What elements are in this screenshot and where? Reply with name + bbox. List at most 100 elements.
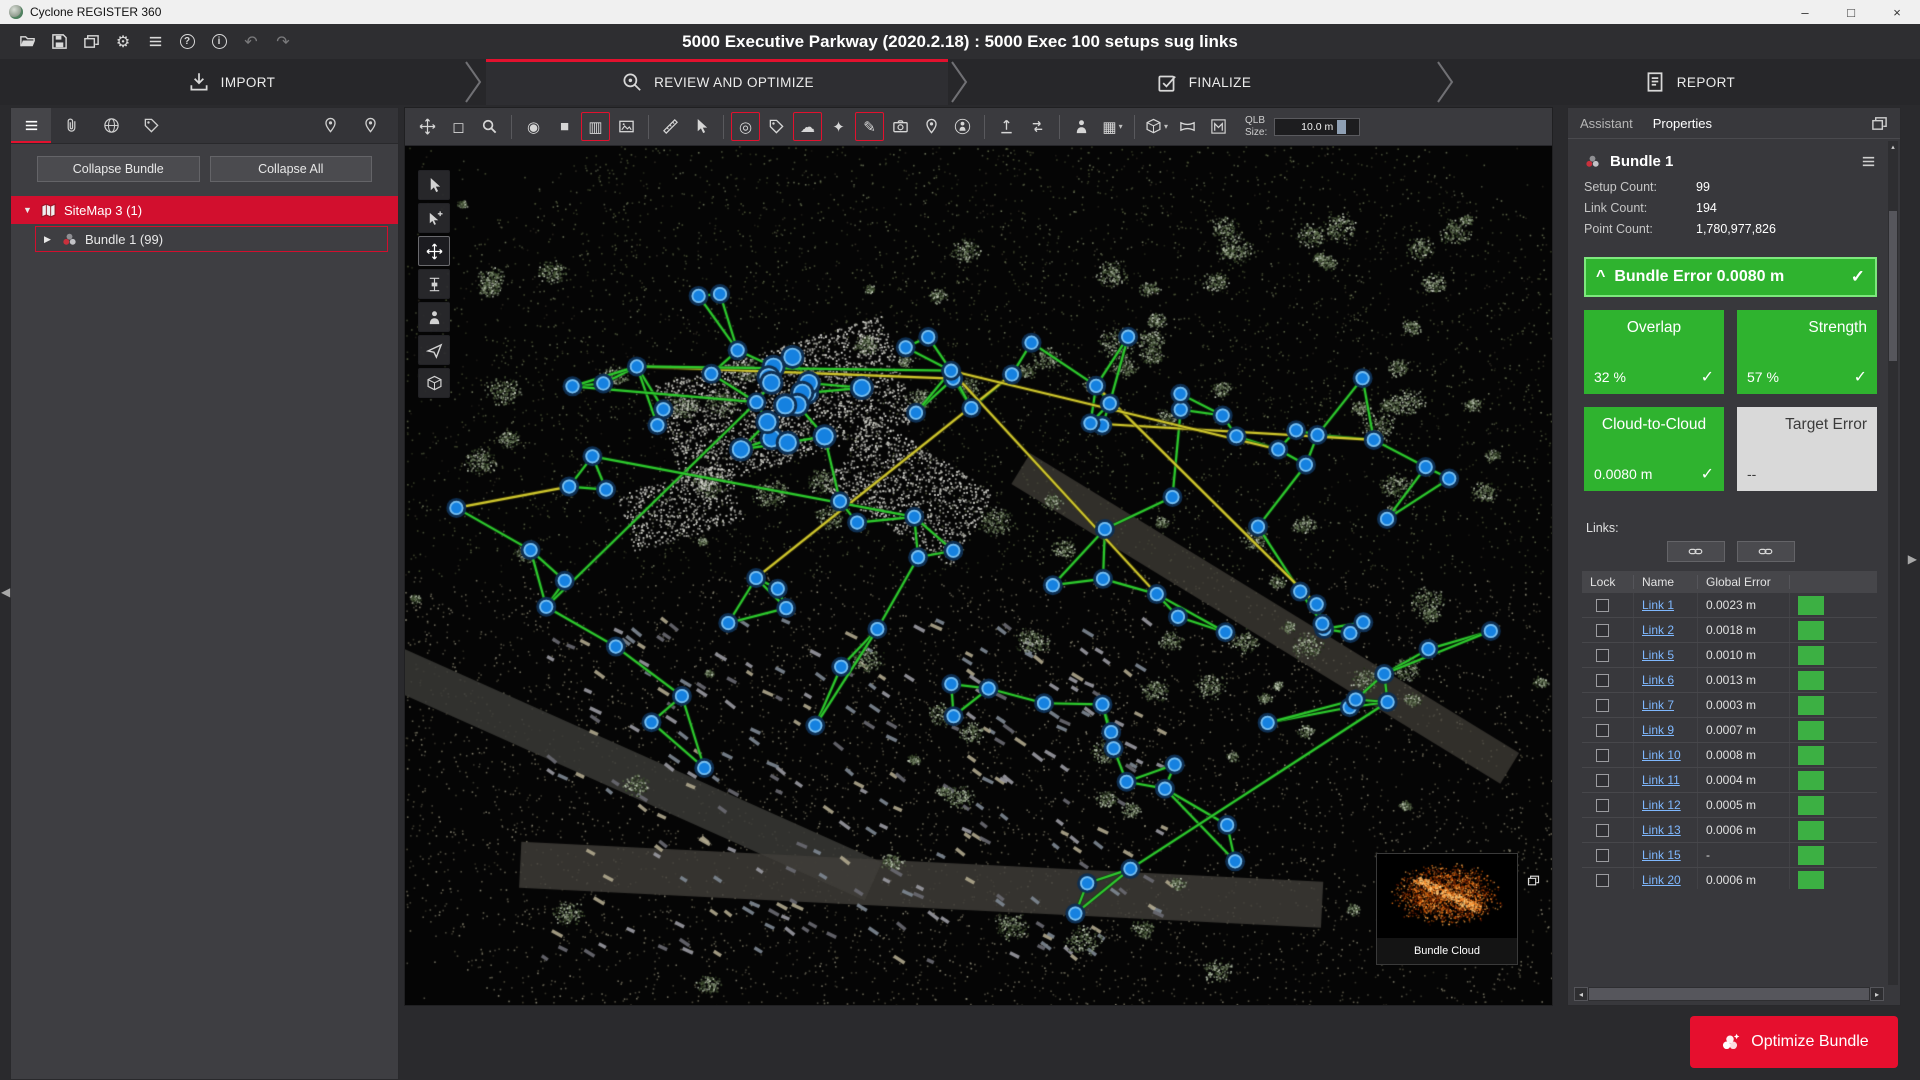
collapse-all-button[interactable]: Collapse All: [210, 156, 373, 182]
lock-checkbox[interactable]: [1596, 699, 1609, 712]
marker-filter-alt-icon[interactable]: [350, 108, 390, 143]
tree-item-sitemap[interactable]: ▼ SiteMap 3 (1): [11, 196, 398, 224]
link-name-text[interactable]: Link 13: [1642, 823, 1681, 837]
lock-checkbox[interactable]: [1596, 749, 1609, 762]
link-name[interactable]: Link 12: [1634, 793, 1698, 817]
range-tool-icon[interactable]: [418, 269, 450, 299]
link-name-text[interactable]: Link 15: [1642, 848, 1681, 862]
link-name[interactable]: Link 20: [1634, 868, 1698, 889]
setup-orbit-icon[interactable]: [948, 112, 977, 141]
link-name[interactable]: Link 13: [1634, 818, 1698, 842]
tab-web-icon[interactable]: [91, 108, 131, 143]
save-project-icon[interactable]: [44, 28, 74, 56]
link-name[interactable]: Link 6: [1634, 668, 1698, 692]
survey-icon[interactable]: [1067, 112, 1096, 141]
lock-checkbox[interactable]: [1596, 849, 1609, 862]
measure-icon[interactable]: [656, 112, 685, 141]
event-log-icon[interactable]: [140, 28, 170, 56]
link-name-text[interactable]: Link 5: [1642, 648, 1674, 662]
bundle-list-icon[interactable]: [1860, 153, 1877, 170]
tab-project-explorer-icon[interactable]: [11, 108, 51, 143]
add-target-icon[interactable]: ◎: [731, 112, 760, 141]
lock-checkbox[interactable]: [1596, 824, 1609, 837]
pick-tool-icon[interactable]: [687, 112, 716, 141]
maximize-button[interactable]: □: [1828, 0, 1874, 24]
pan-view-icon[interactable]: [413, 112, 442, 141]
cube-view-icon[interactable]: ▾: [1142, 112, 1171, 141]
workflow-step-finalize[interactable]: FINALIZE: [972, 59, 1434, 105]
optimize-bundle-button[interactable]: Optimize Bundle: [1690, 1016, 1898, 1068]
geotag-icon[interactable]: [917, 112, 946, 141]
collapse-bundle-button[interactable]: Collapse Bundle: [37, 156, 200, 182]
qlb-slider-thumb[interactable]: [1337, 120, 1346, 134]
link-name-text[interactable]: Link 10: [1642, 748, 1681, 762]
point-view-icon[interactable]: ◉: [519, 112, 548, 141]
elevation-icon[interactable]: [992, 112, 1021, 141]
split-view-icon[interactable]: ▥: [581, 112, 610, 141]
slice-tool-icon[interactable]: [418, 368, 450, 398]
cloud-to-cloud-icon[interactable]: ☁: [793, 112, 822, 141]
link-name-text[interactable]: Link 20: [1642, 873, 1681, 887]
bundle-cloud-minimap[interactable]: Bundle Cloud: [1376, 853, 1518, 965]
link-name[interactable]: Link 2: [1634, 618, 1698, 642]
tab-attachments-icon[interactable]: [51, 108, 91, 143]
workflow-step-report[interactable]: REPORT: [1458, 59, 1920, 105]
workflow-step-review-and-optimize[interactable]: REVIEW AND OPTIMIZE: [486, 59, 948, 105]
expand-caret-icon[interactable]: ▶: [44, 234, 54, 245]
lock-checkbox[interactable]: [1596, 724, 1609, 737]
expand-right-panel-arrow[interactable]: ▶: [1908, 552, 1917, 566]
minimap-expand-icon[interactable]: [1527, 874, 1540, 887]
marker-filter-icon[interactable]: [310, 108, 350, 143]
minimize-button[interactable]: –: [1782, 0, 1828, 24]
link-name-text[interactable]: Link 11: [1642, 773, 1680, 787]
zoom-window-icon[interactable]: [475, 112, 504, 141]
pan-tool-icon[interactable]: [418, 236, 450, 266]
tab-assistant[interactable]: Assistant: [1580, 116, 1633, 131]
link-name-text[interactable]: Link 12: [1642, 798, 1681, 812]
vertical-scrollbar[interactable]: ▴: [1888, 141, 1898, 985]
minimap-canvas[interactable]: [1377, 854, 1517, 938]
lock-checkbox[interactable]: [1596, 874, 1609, 887]
lock-checkbox[interactable]: [1596, 799, 1609, 812]
scroll-left-arrow[interactable]: ◂: [1574, 987, 1588, 1001]
scroll-right-arrow[interactable]: ▸: [1870, 987, 1884, 1001]
tab-tags-icon[interactable]: [131, 108, 171, 143]
qlb-grid-icon[interactable]: [1204, 112, 1233, 141]
fit-window-icon[interactable]: ◻: [444, 112, 473, 141]
select-tool-icon[interactable]: [418, 170, 450, 200]
link-name[interactable]: Link 5: [1634, 643, 1698, 667]
link-name[interactable]: Link 7: [1634, 693, 1698, 717]
project-windows-icon[interactable]: [76, 28, 106, 56]
lock-checkbox[interactable]: [1596, 774, 1609, 787]
link-name-text[interactable]: Link 6: [1642, 673, 1674, 687]
scroll-up-arrow[interactable]: ▴: [1888, 141, 1898, 152]
workflow-step-import[interactable]: IMPORT: [0, 59, 462, 105]
settings-gear-icon[interactable]: ⚙: [108, 28, 138, 56]
capture-image-icon[interactable]: [886, 112, 915, 141]
tab-properties[interactable]: Properties: [1653, 116, 1712, 131]
link-name[interactable]: Link 10: [1634, 743, 1698, 767]
link-name-text[interactable]: Link 9: [1642, 723, 1674, 737]
lock-checkbox[interactable]: [1596, 624, 1609, 637]
about-info-icon[interactable]: i: [204, 28, 234, 56]
qlb-size-slider[interactable]: 10.0 m: [1274, 118, 1360, 136]
open-project-icon[interactable]: [12, 28, 42, 56]
link-name[interactable]: Link 15: [1634, 843, 1698, 867]
pano-image-icon[interactable]: [612, 112, 641, 141]
collapse-left-panel-arrow[interactable]: ◀: [1, 585, 10, 599]
swap-setup-icon[interactable]: [1023, 112, 1052, 141]
person-view-tool-icon[interactable]: [418, 302, 450, 332]
redo-icon[interactable]: ↷: [268, 28, 298, 56]
link-name[interactable]: Link 9: [1634, 718, 1698, 742]
link-name-text[interactable]: Link 1: [1642, 598, 1674, 612]
close-button[interactable]: ×: [1874, 0, 1920, 24]
lock-checkbox[interactable]: [1596, 674, 1609, 687]
auto-align-icon[interactable]: ✦: [824, 112, 853, 141]
link-name-text[interactable]: Link 2: [1642, 623, 1674, 637]
panel-layout-icon[interactable]: [1871, 115, 1888, 132]
solid-view-icon[interactable]: ■: [550, 112, 579, 141]
scrollbar-thumb[interactable]: [1589, 988, 1869, 1000]
scrollbar-thumb[interactable]: [1889, 211, 1897, 361]
bundle-error-banner[interactable]: ^ Bundle Error 0.0080 m ✓: [1584, 257, 1877, 297]
unlock-links-button[interactable]: [1737, 541, 1795, 562]
